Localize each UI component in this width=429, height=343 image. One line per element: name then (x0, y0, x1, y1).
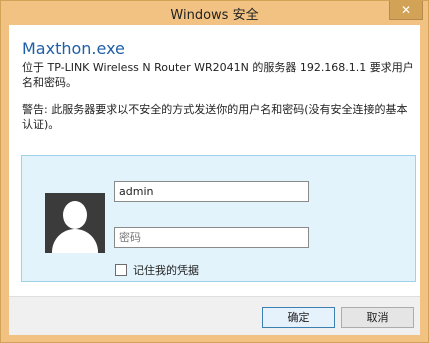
username-field[interactable]: admin (114, 181, 309, 202)
close-button[interactable]: ✕ (389, 1, 423, 20)
ok-button[interactable]: 确定 (262, 307, 335, 328)
security-warning: 警告: 此服务器要求以不安全的方式发送你的用户名和密码(没有安全连接的基本认证)… (22, 103, 408, 131)
title-bar[interactable]: Windows 安全 ✕ (1, 1, 428, 25)
avatar-body (52, 229, 98, 253)
password-field[interactable]: 密码 (114, 227, 309, 248)
security-dialog: Windows 安全 ✕ Maxthon.exe 位于 TP-LINK Wire… (0, 0, 429, 343)
button-bar: 确定 取消 (9, 296, 420, 335)
cancel-button[interactable]: 取消 (341, 307, 414, 328)
auth-message: 位于 TP-LINK Wireless N Router WR2041N 的服务… (22, 61, 414, 89)
app-name: Maxthon.exe (22, 39, 125, 58)
avatar-head (63, 201, 87, 229)
remember-label: 记住我的凭据 (133, 264, 199, 277)
checkbox-box[interactable] (115, 264, 127, 276)
window-title: Windows 安全 (170, 8, 259, 23)
credential-panel: admin 密码 记住我的凭据 (21, 155, 416, 282)
user-avatar-icon (45, 193, 105, 253)
remember-credentials-checkbox[interactable]: 记住我的凭据 (115, 262, 199, 278)
dialog-content: Maxthon.exe 位于 TP-LINK Wireless N Router… (9, 25, 420, 335)
